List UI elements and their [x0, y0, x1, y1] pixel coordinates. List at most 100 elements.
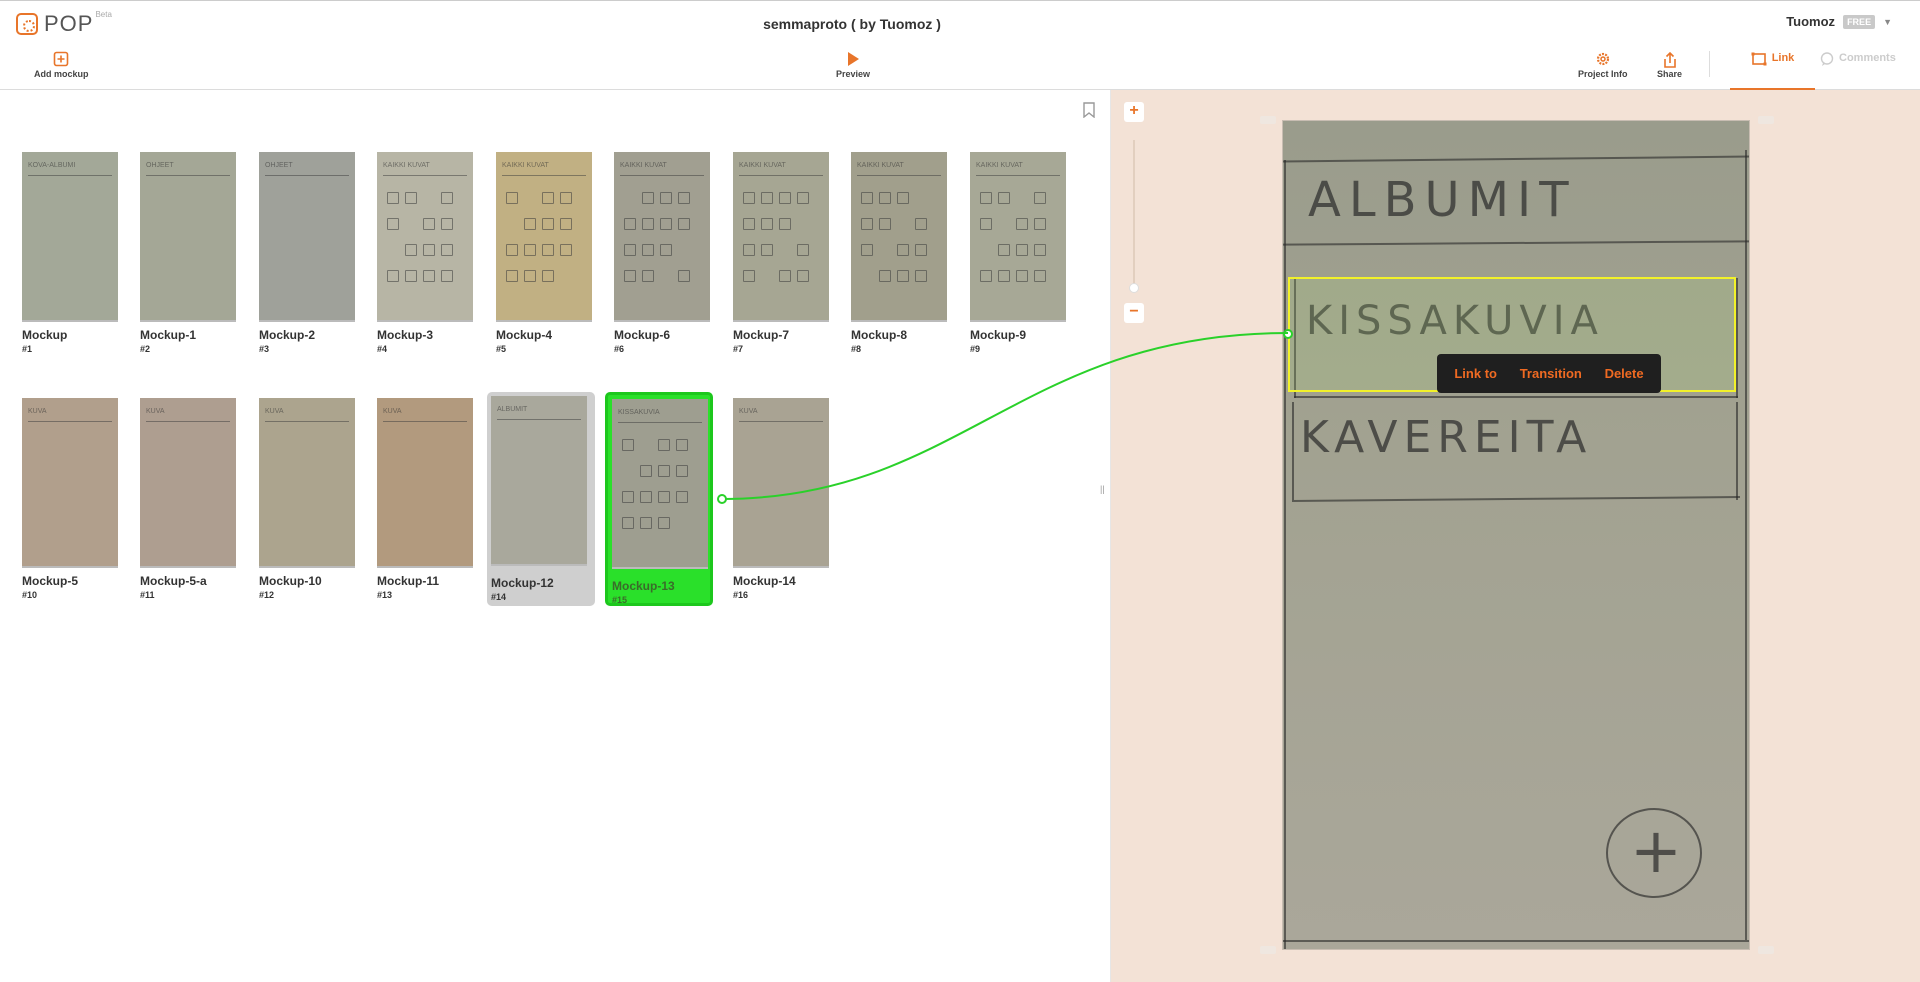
- mockup-card[interactable]: KAIKKI KUVAT Mockup-9 #9: [965, 146, 1066, 356]
- thumbnail-header-text: KAIKKI KUVAT: [857, 162, 941, 176]
- mockup-name: Mockup-14: [733, 574, 796, 588]
- zoom-slider-handle[interactable]: [1129, 283, 1139, 293]
- add-square-icon: [34, 51, 89, 69]
- project-title: semmaproto ( by Tuomoz ): [763, 16, 941, 32]
- add-mockup-button[interactable]: Add mockup: [34, 51, 89, 79]
- mockup-card[interactable]: KUVA Mockup-11 #13: [372, 392, 473, 602]
- link-hotspot-icon: [1751, 52, 1767, 88]
- mockup-thumbnail: KUVA: [377, 398, 473, 568]
- mockup-card[interactable]: KAIKKI KUVAT Mockup-8 #8: [846, 146, 947, 356]
- mockup-name: Mockup-1: [140, 328, 197, 342]
- thumbnail-header-text: KUVA: [28, 408, 112, 422]
- mockup-thumbnail: KAIKKI KUVAT: [496, 152, 592, 322]
- mockup-name: Mockup-5-a: [140, 574, 207, 588]
- hotspot-link-handle[interactable]: [1283, 329, 1293, 339]
- tab-link-label: Link: [1771, 52, 1795, 64]
- mockup-name: Mockup-11: [377, 574, 440, 588]
- thumbnail-header-text: KUVA: [739, 408, 823, 422]
- user-menu[interactable]: Tuomoz FREE ▼: [1786, 14, 1892, 29]
- thumbnail-header-text: OHJEET: [146, 162, 230, 176]
- mockup-card[interactable]: KAIKKI KUVAT Mockup-4 #5: [491, 146, 592, 356]
- zoom-out-button[interactable]: −: [1124, 303, 1144, 323]
- mockup-number: #5: [496, 344, 507, 354]
- mockup-name: Mockup-12: [491, 576, 554, 590]
- mockup-number: #14: [491, 592, 507, 602]
- mockup-thumbnail: OHJEET: [140, 152, 236, 322]
- bookmark-icon[interactable]: [1083, 102, 1095, 119]
- mockup-thumbnail: KUVA: [140, 398, 236, 568]
- mockup-number: #6: [614, 344, 625, 354]
- thumbnail-header-text: KUVA: [383, 408, 467, 422]
- hotspot-context-menu: Link to Transition Delete: [1437, 354, 1661, 393]
- mockup-card[interactable]: KUVA Mockup-14 #16: [728, 392, 829, 602]
- thumbnail-header-text: ALBUMIT: [497, 406, 581, 420]
- mockup-thumbnail: KUVA: [733, 398, 829, 568]
- resize-grip[interactable]: ||: [1100, 484, 1105, 494]
- mockup-card[interactable]: KAIKKI KUVAT Mockup-3 #4: [372, 146, 473, 356]
- mockup-thumbnail: KUVA: [259, 398, 355, 568]
- mockup-card[interactable]: KUVA Mockup-10 #12: [254, 392, 355, 602]
- mockup-preview-frame: [1282, 120, 1750, 950]
- mockup-name: Mockup-4: [496, 328, 553, 342]
- mockup-name: Mockup-6: [614, 328, 671, 342]
- mockup-card[interactable]: ALBUMIT Mockup-12 #14: [487, 392, 595, 606]
- mockup-number: #11: [140, 590, 155, 600]
- corner-marker: [1260, 116, 1276, 124]
- tab-link[interactable]: Link: [1730, 52, 1815, 90]
- thumbnail-header-text: KAIKKI KUVAT: [976, 162, 1060, 176]
- mockup-name: Mockup-5: [22, 574, 79, 588]
- mockup-card[interactable]: KUVA Mockup-5-a #11: [135, 392, 236, 602]
- mockup-card[interactable]: KUVA Mockup-5 #10: [17, 392, 118, 602]
- mockup-number: #16: [733, 590, 749, 600]
- mockup-number: #7: [733, 344, 744, 354]
- mockup-name: Mockup-3: [377, 328, 434, 342]
- corner-marker: [1758, 946, 1774, 954]
- mockup-name: Mockup-7: [733, 328, 790, 342]
- thumbnail-header-text: KUVA: [146, 408, 230, 422]
- thumbnail-header-text: KAIKKI KUVAT: [383, 162, 467, 176]
- mockup-card[interactable]: KISSAKUVIA Mockup-13 #15: [605, 392, 713, 606]
- mockup-thumbnail: KAIKKI KUVAT: [614, 152, 710, 322]
- mockup-thumbnail: KAIKKI KUVAT: [733, 152, 829, 322]
- mockup-number: #3: [259, 344, 270, 354]
- mockup-card[interactable]: OHJEET Mockup-1 #2: [135, 146, 236, 356]
- project-info-button[interactable]: Project Info: [1578, 51, 1628, 79]
- mockup-name: Mockup-9: [970, 328, 1027, 342]
- mockup-thumbnail: KOVA-ALBUMI: [22, 152, 118, 322]
- mockup-card[interactable]: KAIKKI KUVAT Mockup-7 #7: [728, 146, 829, 356]
- zoom-in-button[interactable]: +: [1124, 102, 1144, 122]
- transition-button[interactable]: Transition: [1520, 366, 1582, 381]
- mockup-number: #12: [259, 590, 275, 600]
- mockup-name: Mockup-2: [259, 328, 316, 342]
- mockup-number: #8: [851, 344, 862, 354]
- play-icon: [836, 51, 870, 69]
- mockup-card[interactable]: KAIKKI KUVAT Mockup-6 #6: [609, 146, 710, 356]
- thumbnail-header-text: KOVA-ALBUMI: [28, 162, 112, 176]
- toolbar-divider: [1709, 51, 1710, 77]
- link-to-button[interactable]: Link to: [1454, 366, 1497, 381]
- mockup-name: Mockup-8: [851, 328, 908, 342]
- tab-comments[interactable]: Comments: [1820, 52, 1896, 69]
- mockup-card[interactable]: OHJEET Mockup-2 #3: [254, 146, 355, 356]
- delete-button[interactable]: Delete: [1605, 366, 1644, 381]
- thumbnail-header-text: KAIKKI KUVAT: [620, 162, 704, 176]
- zoom-track[interactable]: [1133, 140, 1135, 288]
- corner-marker: [1260, 946, 1276, 954]
- chevron-down-icon[interactable]: ▼: [1883, 17, 1892, 27]
- share-button[interactable]: Share: [1657, 51, 1682, 79]
- share-label: Share: [1657, 69, 1683, 79]
- thumbnail-header-text: KISSAKUVIA: [618, 409, 702, 423]
- plan-badge: FREE: [1843, 14, 1876, 29]
- user-name: Tuomoz: [1786, 14, 1836, 29]
- thumbnail-header-text: KAIKKI KUVAT: [739, 162, 823, 176]
- mockup-number: #1: [22, 344, 33, 354]
- mockup-thumbnail: ALBUMIT: [491, 396, 587, 566]
- tab-comments-label: Comments: [1839, 52, 1896, 64]
- mockup-card[interactable]: KOVA-ALBUMI Mockup #1: [17, 146, 118, 356]
- add-mockup-label: Add mockup: [34, 69, 89, 79]
- preview-button[interactable]: Preview: [836, 51, 870, 79]
- link-target-handle[interactable]: [717, 494, 727, 504]
- preview-label: Preview: [836, 69, 871, 79]
- mockup-number: #13: [377, 590, 393, 600]
- mockup-number: #9: [970, 344, 981, 354]
